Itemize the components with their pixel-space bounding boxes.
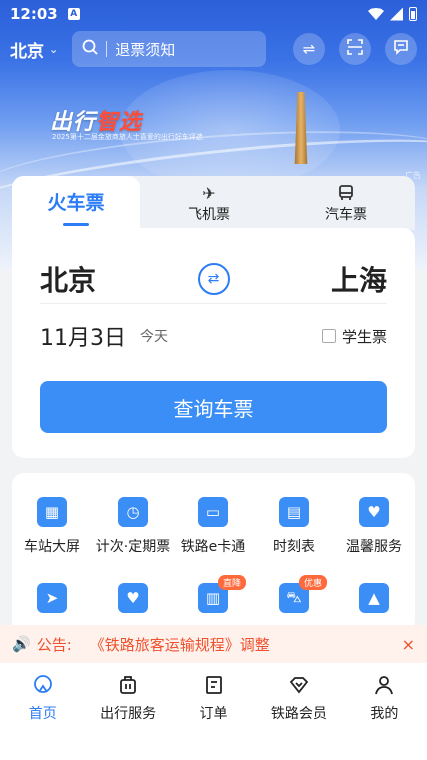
service-label: 计次·定期票 (95, 539, 171, 555)
service-pass-ticket[interactable]: ◷ 计次·定期票 (93, 497, 173, 556)
student-ticket-toggle[interactable]: 学生票 (321, 326, 387, 347)
service-car[interactable]: ⛍ 优惠 (254, 575, 334, 613)
status-time: 12:03 (10, 5, 58, 23)
mountain-icon: ▲ (359, 583, 389, 613)
city-selector[interactable]: 北京 ⌄ (10, 37, 58, 62)
message-button[interactable] (385, 33, 417, 65)
from-city[interactable]: 北京 (40, 259, 96, 299)
nav-label: 我的 (370, 706, 399, 722)
bottom-nav: 首页 出行服务 订单 铁路会员 我的 (0, 663, 427, 760)
nav-profile[interactable]: 我的 (342, 663, 427, 760)
app-notification-icon: A (67, 8, 80, 20)
city-label: 北京 (10, 41, 44, 62)
heart-icon: ♥ (118, 583, 148, 613)
date-note: 今天 (140, 329, 168, 345)
nav-label: 订单 (199, 706, 228, 722)
bus-icon (337, 184, 355, 204)
service-station-screen[interactable]: ▦ 车站大屏 (12, 497, 92, 556)
signal-icon (390, 7, 403, 21)
car-icon: ⛍ 优惠 (279, 575, 328, 613)
service-hotel[interactable]: ▥ 直降 (173, 575, 253, 613)
service-timetable[interactable]: ▤ 时刻表 (254, 497, 334, 556)
nav-label: 出行服务 (100, 706, 157, 722)
tab-label: 火车票 (47, 192, 105, 214)
chevron-down-icon: ⌄ (49, 42, 59, 56)
timetable-icon: ▤ (279, 497, 309, 527)
tab-underline (63, 223, 89, 226)
search-icon (82, 39, 98, 59)
nav-travel-service[interactable]: 出行服务 (85, 663, 170, 760)
nav-label: 首页 (28, 706, 57, 722)
tab-train[interactable]: 火车票 (12, 176, 140, 234)
service-heart[interactable]: ♥ (93, 583, 173, 613)
search-divider (106, 41, 108, 57)
close-icon[interactable]: × (402, 635, 415, 654)
search-input[interactable]: 退票须知 (72, 31, 267, 67)
care-service-icon: ♥ (359, 497, 389, 527)
service-label: 铁路e卡通 (180, 539, 246, 555)
member-icon (287, 673, 311, 697)
service-label: 时刻表 (273, 539, 315, 555)
station-screen-icon: ▦ (37, 497, 67, 527)
announcement-label: 公告: (36, 635, 72, 654)
scan-icon (347, 39, 363, 59)
nav-member[interactable]: 铁路会员 (256, 663, 341, 760)
date-row: 11月3日 今天 学生票 (40, 320, 387, 352)
tab-plane[interactable]: ✈ 飞机票 (188, 184, 230, 224)
student-checkbox[interactable] (321, 329, 336, 343)
nav-orders[interactable]: 订单 (171, 663, 256, 760)
service-mountain[interactable]: ▲ (334, 583, 414, 613)
service-label: 车站大屏 (24, 539, 80, 555)
service-care[interactable]: ♥ 温馨服务 (334, 497, 414, 556)
scan-button[interactable] (339, 33, 371, 65)
announcement-text[interactable]: 《铁路旅客运输规程》调整 (90, 634, 270, 655)
departure-date[interactable]: 11月3日 (40, 320, 126, 352)
battery-icon (409, 7, 417, 21)
message-icon (393, 39, 409, 59)
train-travel-icon: ➤ (37, 583, 67, 613)
discount-badge: 直降 (218, 575, 247, 590)
service-label: 温馨服务 (346, 539, 402, 555)
query-tickets-button[interactable]: 查询车票 (40, 381, 387, 433)
e-card-icon: ▭ (198, 497, 228, 527)
services-grid: ▦ 车站大屏 ◷ 计次·定期票 ▭ 铁路e卡通 ▤ 时刻表 ♥ 温馨服务 ➤ ♥… (12, 473, 415, 633)
profile-icon (372, 673, 396, 697)
wifi-icon (368, 8, 384, 20)
offer-badge: 优惠 (299, 575, 328, 590)
tab-label: 飞机票 (188, 207, 230, 223)
nav-label: 铁路会员 (270, 706, 327, 722)
hotel-icon: ▥ 直降 (198, 575, 247, 613)
route-row: 北京 ⇄ 上海 (40, 254, 387, 304)
ticket-search-card: 北京 ⇄ 上海 11月3日 今天 学生票 查询车票 (12, 228, 415, 458)
pass-ticket-icon: ◷ (118, 497, 148, 527)
status-bar: 12:03 A (0, 0, 427, 28)
swap-cities-button[interactable]: ⇄ (197, 262, 230, 295)
switch-button[interactable]: ⇌ (293, 33, 325, 65)
plane-icon: ✈ (202, 184, 216, 203)
announcement-bar[interactable]: 🔊 公告: 《铁路旅客运输规程》调整 × (0, 625, 427, 663)
tab-bus[interactable]: 汽车票 (325, 184, 367, 224)
switch-arrows-icon: ⇌ (302, 40, 316, 58)
service-e-card[interactable]: ▭ 铁路e卡通 (173, 497, 253, 556)
nav-home[interactable]: 首页 (0, 663, 85, 760)
banner-subtitle: 2025第十二届金旅商旅人士喜爱的出行好车评选 (52, 133, 203, 141)
luggage-icon (116, 673, 140, 697)
swap-icon: ⇄ (207, 270, 220, 287)
service-train-travel[interactable]: ➤ (12, 583, 92, 613)
top-bar: 北京 ⌄ 退票须知 ⇌ (0, 30, 427, 68)
to-city[interactable]: 上海 (331, 259, 387, 299)
speaker-icon: 🔊 (12, 635, 31, 653)
order-icon (202, 673, 226, 697)
ticket-tabs: 火车票 ✈ 飞机票 汽车票 (12, 176, 415, 234)
tab-label: 汽车票 (325, 207, 367, 223)
student-label: 学生票 (341, 327, 387, 346)
home-icon (31, 673, 55, 697)
search-placeholder: 退票须知 (115, 40, 176, 59)
